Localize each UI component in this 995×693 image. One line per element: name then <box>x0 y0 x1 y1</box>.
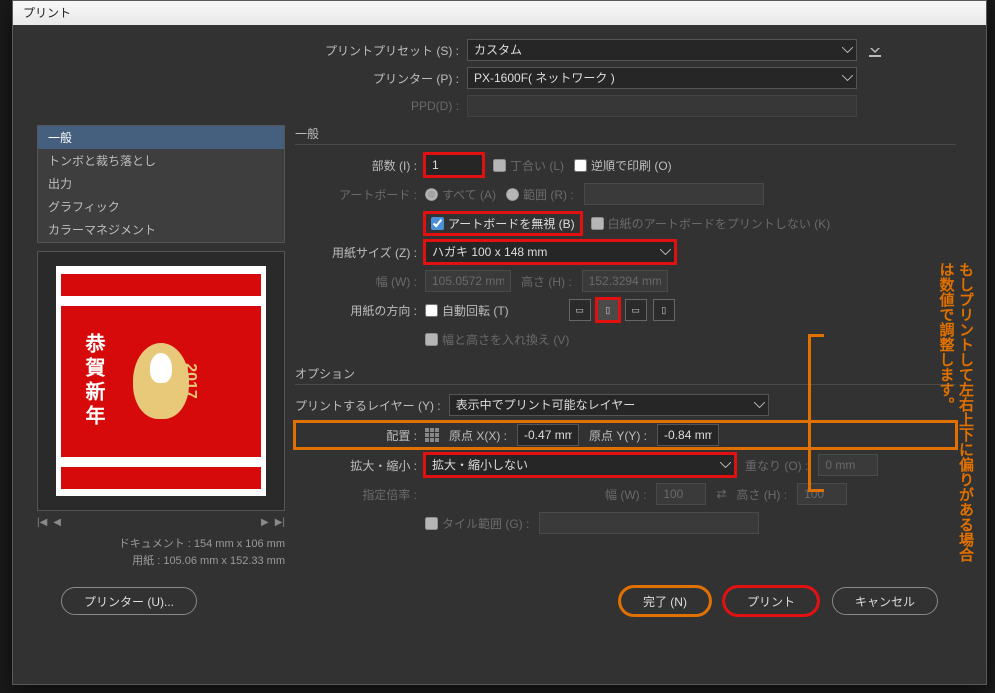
origin-y-label: 原点 Y(Y) : <box>589 427 647 444</box>
orient-landscape-left-icon[interactable]: ▯ <box>597 299 619 321</box>
print-dialog: プリント プリントプリセット (S) : カスタム プリンター (P) : PX… <box>12 0 987 685</box>
reverse-checkbox[interactable] <box>574 159 587 172</box>
artboard-range-input <box>584 183 764 205</box>
ratio-h-label: 高さ (H) : <box>736 486 787 503</box>
ratio-w-input <box>656 483 706 505</box>
orient-landscape-right-icon[interactable]: ▯ <box>653 299 675 321</box>
titlebar: プリント <box>13 1 986 25</box>
preview-area: 恭賀新年 2017 <box>37 251 285 511</box>
auto-rotate-checkbox[interactable] <box>425 304 438 317</box>
ppd-label: PPD(D) : <box>37 99 467 113</box>
origin-x-input[interactable] <box>517 424 579 446</box>
printer-label: プリンター (P) : <box>37 70 467 87</box>
paper-width-input <box>425 270 511 292</box>
category-item-output[interactable]: 出力 <box>38 172 284 195</box>
ratio-w-label: 幅 (W) : <box>605 486 646 503</box>
ratio-h-input <box>797 483 847 505</box>
overlap-label: 重なり (O) : <box>745 457 808 474</box>
category-item-general[interactable]: 一般 <box>38 126 284 149</box>
save-preset-icon[interactable] <box>867 42 883 58</box>
window-title: プリント <box>23 6 71 20</box>
paper-dimensions: 用紙 : 105.06 mm x 152.33 mm <box>37 553 285 570</box>
paper-size-select[interactable]: ハガキ 100 x 148 mm <box>425 241 675 263</box>
overlap-input <box>818 454 878 476</box>
cancel-button[interactable]: キャンセル <box>832 587 938 615</box>
last-page-icon[interactable]: ▶| <box>275 517 285 528</box>
preview-thumbnail: 恭賀新年 2017 <box>61 274 261 489</box>
link-icon: ⇄ <box>716 487 726 501</box>
copies-label: 部数 (I) : <box>295 157 425 174</box>
preview-nav: |◀ ◀ ▶ ▶| <box>37 517 285 528</box>
tile-range-checkbox <box>425 517 438 530</box>
artboard-all-radio <box>425 188 438 201</box>
skip-blank-checkbox <box>591 217 604 230</box>
paper-height-label: 高さ (H) : <box>521 273 572 290</box>
category-item-color[interactable]: カラーマネジメント <box>38 218 284 241</box>
category-list: 一般 トンボと裁ち落とし 出力 グラフィック カラーマネジメント <box>37 125 285 243</box>
first-page-icon[interactable]: |◀ <box>37 517 47 528</box>
preset-label: プリントプリセット (S) : <box>37 42 467 59</box>
tile-range-input <box>539 512 759 534</box>
done-button[interactable]: 完了 (N) <box>620 587 710 615</box>
orientation-label: 用紙の方向 : <box>295 302 425 319</box>
printer-setup-button[interactable]: プリンター (U)... <box>61 587 197 615</box>
category-item-graphics[interactable]: グラフィック <box>38 195 284 218</box>
next-page-icon[interactable]: ▶ <box>261 517 269 528</box>
copies-input[interactable] <box>425 154 483 176</box>
layers-select[interactable]: 表示中でプリント可能なレイヤー <box>449 394 769 416</box>
paper-size-label: 用紙サイズ (Z) : <box>295 244 425 261</box>
artboard-range-radio <box>506 188 519 201</box>
orient-portrait-down-icon[interactable]: ▭ <box>625 299 647 321</box>
placement-grid-icon[interactable] <box>425 428 439 442</box>
origin-y-input[interactable] <box>657 424 719 446</box>
preset-select[interactable]: カスタム <box>467 39 857 61</box>
doc-dimensions: ドキュメント : 154 mm x 106 mm <box>37 536 285 553</box>
artboard-label: アートボード : <box>295 186 425 203</box>
collate-checkbox <box>493 159 506 172</box>
origin-x-label: 原点 X(X) : <box>449 427 507 444</box>
section-options-title: オプション <box>295 365 956 385</box>
ignore-artboard-checkbox[interactable] <box>431 217 444 230</box>
scale-select[interactable]: 拡大・縮小しない <box>425 454 735 476</box>
swap-wh-checkbox <box>425 333 438 346</box>
print-button[interactable]: プリント <box>724 587 818 615</box>
scale-label: 拡大・縮小 : <box>295 457 425 474</box>
placement-label: 配置 : <box>295 427 425 444</box>
ppd-select <box>467 95 857 117</box>
category-item-marks[interactable]: トンボと裁ち落とし <box>38 149 284 172</box>
section-general-title: 一般 <box>295 125 956 145</box>
paper-height-input <box>582 270 668 292</box>
printer-select[interactable]: PX-1600F( ネットワーク ) <box>467 67 857 89</box>
orient-portrait-up-icon[interactable]: ▭ <box>569 299 591 321</box>
prev-page-icon[interactable]: ◀ <box>53 517 61 528</box>
paper-width-label: 幅 (W) : <box>295 273 425 290</box>
ratio-label: 指定倍率 : <box>295 486 425 503</box>
layers-label: プリントするレイヤー (Y) : <box>295 397 449 414</box>
